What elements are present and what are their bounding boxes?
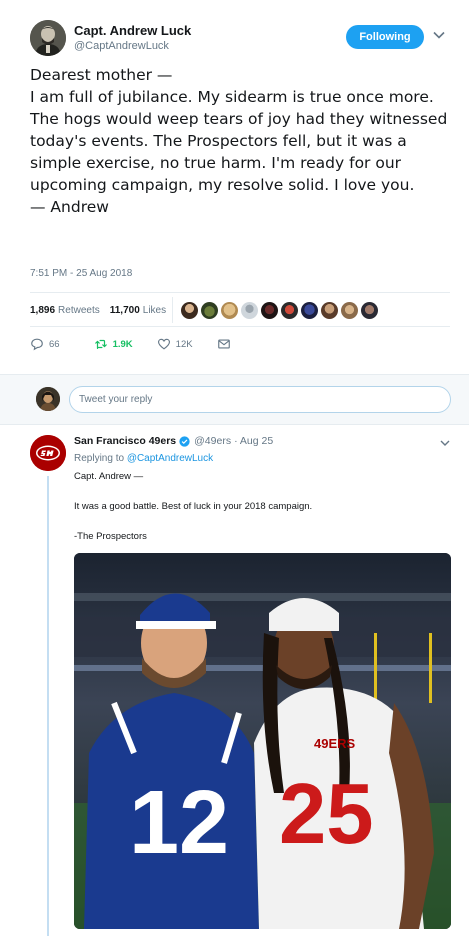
left-jersey-number: 12	[129, 773, 229, 873]
user-avatar-image	[36, 387, 60, 411]
like-action[interactable]: 12K	[157, 337, 193, 351]
liker-avatar[interactable]	[221, 301, 239, 319]
replying-to: Replying to @CaptAndrewLuck	[74, 453, 213, 464]
liker-avatar[interactable]	[181, 301, 199, 319]
reply-action[interactable]: 66	[30, 337, 60, 351]
direct-message-action[interactable]	[217, 337, 231, 351]
reply-tweet: San Francisco 49ers @49ers · Aug 25 Repl…	[0, 426, 469, 936]
liker-avatar[interactable]	[341, 301, 359, 319]
replying-to-link[interactable]: @CaptAndrewLuck	[127, 453, 213, 464]
reply-text-line: Capt. Andrew —	[74, 471, 144, 482]
reply-count: 66	[49, 338, 60, 350]
reply-input[interactable]: Tweet your reply	[69, 386, 451, 413]
liker-avatar[interactable]	[301, 301, 319, 319]
heart-icon	[157, 338, 170, 350]
author-avatar-image	[30, 20, 66, 56]
attached-photo[interactable]: 12 49ERS 25	[74, 553, 451, 929]
liker-avatar[interactable]	[261, 301, 279, 319]
reply-author-avatar[interactable]	[30, 435, 66, 471]
right-jersey-team: 49ERS	[314, 736, 356, 751]
replying-prefix: Replying to	[74, 453, 125, 464]
retweets-stat[interactable]: 1,896 Retweets	[30, 305, 100, 316]
reply-composer: Tweet your reply	[0, 374, 469, 425]
divider	[30, 292, 450, 293]
retweets-count: 1,896	[30, 304, 56, 316]
tweet-text: Dearest mother — I am full of jubilance.…	[30, 66, 448, 216]
envelope-icon	[217, 339, 230, 349]
main-tweet: Capt. Andrew Luck @CaptAndrewLuck Follow…	[0, 0, 469, 365]
like-count: 12K	[175, 338, 193, 350]
likes-count: 11,700	[109, 304, 140, 316]
chevron-down-icon[interactable]	[432, 28, 446, 42]
liker-avatar[interactable]	[361, 301, 379, 319]
liker-avatar[interactable]	[281, 301, 299, 319]
chevron-down-icon[interactable]	[439, 437, 451, 449]
reply-author-line: San Francisco 49ers @49ers · Aug 25	[74, 435, 273, 447]
user-avatar[interactable]	[36, 387, 60, 411]
likes-label: Likes	[142, 304, 167, 316]
thread-line	[47, 476, 49, 936]
retweets-label: Retweets	[58, 304, 100, 316]
reply-text-line: It was a good battle. Best of luck in yo…	[74, 501, 313, 512]
reply-date[interactable]: · Aug 25	[234, 435, 273, 447]
stats-separator	[172, 297, 174, 323]
players-photo: 12 49ERS 25	[74, 553, 451, 929]
author-handle[interactable]: @CaptAndrewLuck	[74, 40, 169, 52]
right-jersey-number: 25	[279, 767, 374, 862]
49ers-logo-icon	[30, 435, 66, 471]
tweet-timestamp[interactable]: 7:51 PM - 25 Aug 2018	[30, 268, 132, 279]
tweet-stats: 1,896 Retweets 11,700 Likes	[30, 297, 379, 323]
following-button[interactable]: Following	[346, 25, 424, 49]
retweet-action[interactable]: 1.9K	[94, 337, 133, 351]
reply-author-name[interactable]: San Francisco 49ers	[74, 435, 176, 447]
retweet-count: 1.9K	[112, 338, 133, 350]
divider	[30, 326, 450, 327]
reply-author-handle[interactable]: @49ers	[194, 435, 231, 447]
liker-avatar[interactable]	[241, 301, 259, 319]
retweet-icon	[94, 339, 107, 349]
likes-stat[interactable]: 11,700 Likes	[110, 305, 166, 316]
tweet-actions: 66 1.9K 12K	[30, 337, 231, 351]
author-avatar[interactable]	[30, 20, 66, 56]
verified-badge-icon	[179, 435, 190, 447]
liker-avatar[interactable]	[321, 301, 339, 319]
liker-avatars	[181, 301, 379, 319]
reply-text-line: -The Prospectors	[74, 531, 147, 542]
author-name[interactable]: Capt. Andrew Luck	[74, 23, 191, 38]
reply-icon	[31, 338, 43, 351]
liker-avatar[interactable]	[201, 301, 219, 319]
